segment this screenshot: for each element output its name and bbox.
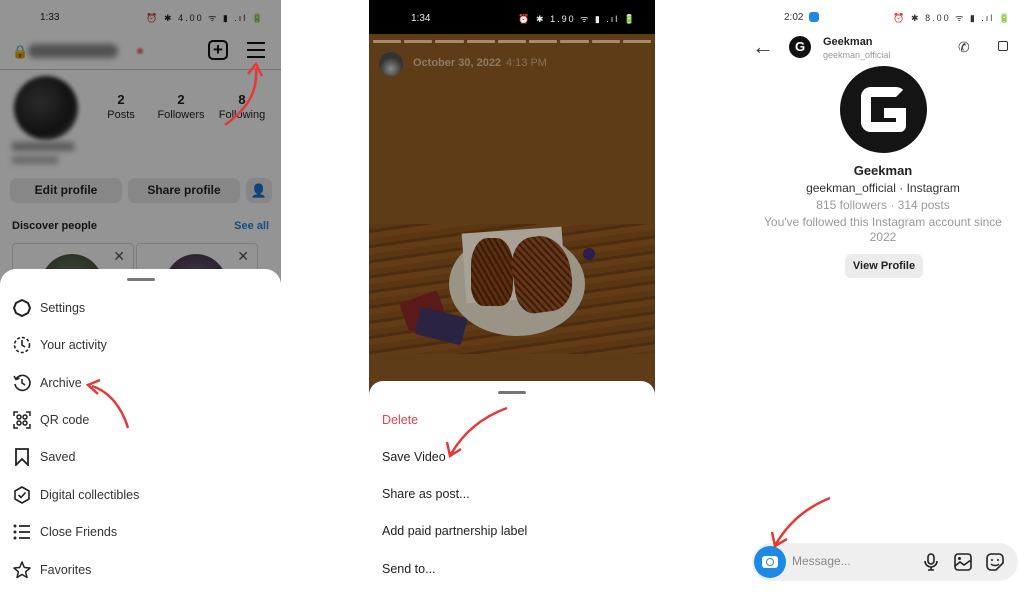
menu-item-settings[interactable]: Settings <box>12 296 272 320</box>
camera-button[interactable] <box>754 546 786 578</box>
option-add-paid-partnership-label[interactable]: Add paid partnership label <box>382 524 527 538</box>
star-icon <box>12 560 32 580</box>
menu-item-label: Favorites <box>40 563 92 577</box>
logo-part <box>896 108 906 132</box>
story-progress-segment <box>466 40 495 43</box>
option-delete[interactable]: Delete <box>382 413 418 427</box>
sheet-drag-handle[interactable] <box>498 391 526 394</box>
option-send-to[interactable]: Send to... <box>382 562 436 576</box>
profile-followed-since: You've followed this Instagram account s… <box>764 215 1002 244</box>
story-progress-segment <box>373 40 402 43</box>
story-date: October 30, 2022 <box>413 57 502 69</box>
menu-item-label: Saved <box>40 450 76 464</box>
menu-item-label: QR code <box>40 413 90 427</box>
story-progress-segment <box>497 40 527 43</box>
qr-code-icon <box>12 410 32 430</box>
story-avatar[interactable] <box>379 52 403 76</box>
right-screenshot-direct-message: 2:02 ⏰ ✱ 8.00 ᯤ ▮ .ıl 🔋 ← G Geekman geek… <box>742 0 1024 596</box>
camera-lens <box>766 558 774 566</box>
gallery-icon[interactable] <box>954 553 972 571</box>
message-input[interactable] <box>792 554 912 568</box>
menu-item-label: Digital collectibles <box>40 488 140 502</box>
microphone-icon[interactable] <box>922 553 940 571</box>
story-progress-segment <box>622 40 651 43</box>
profile-avatar-large[interactable] <box>840 66 927 153</box>
menu-item-label: Your activity <box>40 338 107 352</box>
status-time: 1:34 <box>411 13 431 24</box>
option-save-video[interactable]: Save Video <box>382 450 446 464</box>
story-photo-croissant <box>471 238 513 306</box>
menu-item-your-activity[interactable]: Your activity <box>12 333 272 357</box>
close-friends-icon <box>12 522 32 542</box>
message-composer <box>752 543 1018 581</box>
activity-icon <box>12 335 32 355</box>
header-name[interactable]: Geekman <box>823 36 873 48</box>
sticker-icon[interactable] <box>986 553 1004 571</box>
story-progress-segment <box>529 40 558 43</box>
phone-call-icon[interactable]: ✆ <box>958 39 970 56</box>
story-options-sheet: Delete Save Video Share as post... Add p… <box>369 381 655 596</box>
story-progress-segment <box>560 40 589 43</box>
status-time: 2:02 <box>784 12 804 23</box>
story-photo-candy <box>583 248 595 260</box>
profile-handle-line: geekman_official · Instagram <box>806 181 960 195</box>
status-bar: 1:34 ⏰ ✱ 1.90 ᯤ ▮ .ıl 🔋 <box>369 0 655 34</box>
menu-item-label: Archive <box>40 376 82 390</box>
option-share-as-post[interactable]: Share as post... <box>382 487 470 501</box>
status-icons: ⏰ ✱ 1.90 ᯤ ▮ .ıl 🔋 <box>518 14 637 24</box>
menu-item-favorites[interactable]: Favorites <box>12 558 272 582</box>
menu-item-saved[interactable]: Saved <box>12 445 272 469</box>
video-call-icon[interactable] <box>998 41 1008 51</box>
header-avatar[interactable]: G <box>789 36 811 58</box>
archive-icon <box>12 373 32 393</box>
view-profile-button[interactable]: View Profile <box>845 254 923 278</box>
annotation-arrow-camera <box>770 496 831 548</box>
settings-icon <box>12 298 32 318</box>
menu-item-archive[interactable]: Archive <box>12 371 272 395</box>
menu-item-label: Settings <box>40 301 86 315</box>
story-progress-bar <box>373 40 651 43</box>
notification-badge-icon <box>809 12 819 22</box>
left-screenshot-instagram-profile: 1:33 ⏰ ✱ 4.00 ᯤ ▮ .ıl 🔋 🔒 + 2 Posts 2 Fo… <box>0 0 281 596</box>
profile-name: Geekman <box>853 163 913 178</box>
middle-screenshot-archived-story: 1:34 ⏰ ✱ 1.90 ᯤ ▮ .ıl 🔋 October 30, 2022… <box>369 0 655 596</box>
menu-item-close-friends[interactable]: Close Friends <box>12 520 272 544</box>
story-progress-segment <box>591 40 620 43</box>
menu-item-label: Close Friends <box>40 525 118 539</box>
menu-item-qr-code[interactable]: QR code <box>12 408 272 432</box>
sheet-drag-handle[interactable] <box>127 278 155 281</box>
back-arrow-icon[interactable]: ← <box>752 34 774 60</box>
menu-item-digital-collectibles[interactable]: Digital collectibles <box>12 483 272 507</box>
story-progress-segment <box>435 40 464 43</box>
bookmark-icon <box>12 447 32 467</box>
profile-stats-line: 815 followers · 314 posts <box>816 198 950 212</box>
story-progress-segment <box>404 40 433 43</box>
collectibles-icon <box>12 485 32 505</box>
story-time: 4:13 PM <box>506 57 547 69</box>
header-handle: geekman_official <box>823 50 891 60</box>
status-icons: ⏰ ✱ 8.00 ᯤ ▮ .ıl 🔋 <box>893 13 1012 23</box>
profile-menu-sheet: Settings Your activity Archive QR code S… <box>0 269 281 596</box>
